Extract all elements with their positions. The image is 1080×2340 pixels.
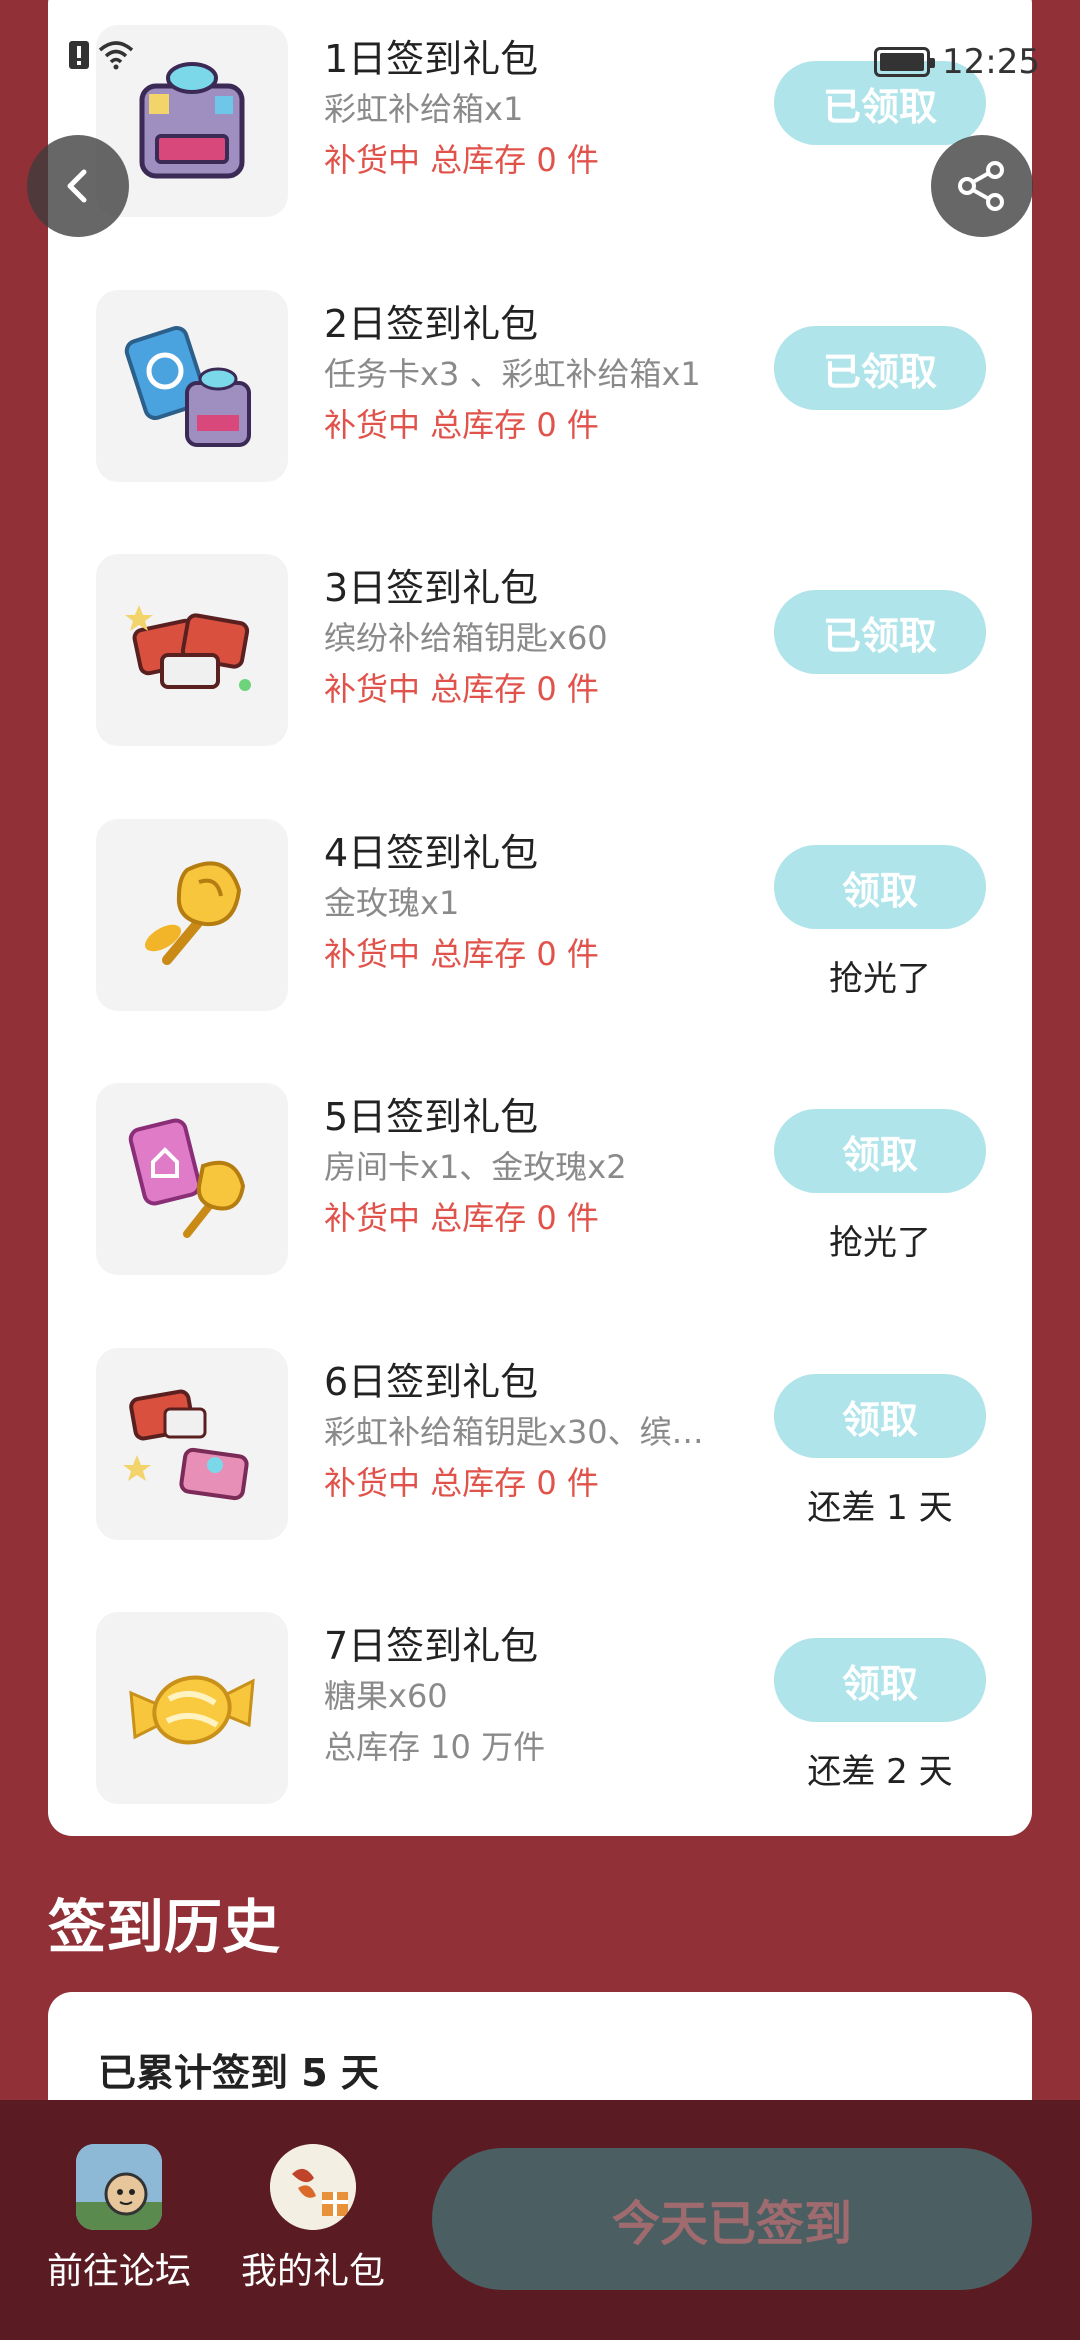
gift-pack-action: 领取 还差 1 天	[774, 1348, 986, 1529]
gift-pack-info: 7日签到礼包 糖果x60 总库存 10 万件	[324, 1612, 794, 1774]
gift-pack-title: 4日签到礼包	[324, 831, 539, 875]
gift-pack-action: 已领取	[774, 554, 986, 674]
gift-pack-row: 3日签到礼包 缤纷补给箱钥匙x60 补货中 总库存 0 件 已领取	[96, 554, 1032, 750]
share-button[interactable]	[931, 135, 1033, 237]
claim-note: 还差 2 天	[807, 1752, 953, 1792]
keys-bundle-icon	[96, 1348, 288, 1540]
checkin-button[interactable]: 今天已签到	[432, 2148, 1032, 2290]
gift-pack-action: 领取 还差 2 天	[774, 1612, 986, 1793]
gift-pack-stock: 补货中 总库存 0 件	[324, 141, 599, 179]
gift-icon	[270, 2144, 356, 2230]
gift-pack-desc: 彩虹补给箱钥匙x30、缤…	[324, 1413, 704, 1451]
status-right: 12:25	[874, 42, 1040, 82]
gift-pack-desc: 金玫瑰x1	[324, 884, 460, 922]
forum-icon	[76, 2144, 162, 2230]
my-gifts-label: 我的礼包	[240, 2251, 385, 2292]
gift-pack-stock: 补货中 总库存 0 件	[324, 1199, 599, 1237]
status-left	[68, 40, 134, 70]
gift-pack-desc: 房间卡x1、金玫瑰x2	[324, 1148, 627, 1186]
chevron-left-icon	[67, 169, 87, 203]
gift-pack-stock: 补货中 总库存 0 件	[324, 670, 599, 708]
history-title: 签到历史	[48, 1893, 281, 1961]
gift-pack-stock: 补货中 总库存 0 件	[324, 1464, 599, 1502]
gift-pack-stock: 补货中 总库存 0 件	[324, 935, 599, 973]
history-summary: 已累计签到 5 天	[98, 2051, 379, 2095]
gift-pack-info: 5日签到礼包 房间卡x1、金玫瑰x2 补货中 总库存 0 件	[324, 1083, 794, 1245]
claim-button[interactable]: 已领取	[774, 590, 986, 674]
gift-pack-title: 5日签到礼包	[324, 1095, 539, 1139]
gift-pack-stock: 补货中 总库存 0 件	[324, 406, 599, 444]
share-icon	[958, 161, 1004, 211]
claim-button[interactable]: 领取	[774, 1638, 986, 1722]
claim-button[interactable]: 领取	[774, 1374, 986, 1458]
gift-pack-title: 7日签到礼包	[324, 1624, 539, 1668]
bottom-bar: 前往论坛 我的礼包 今天已签到	[0, 2100, 1080, 2340]
gift-pack-card: 1日签到礼包 彩虹补给箱x1 补货中 总库存 0 件 已领取 2日签到礼包 任务…	[48, 0, 1032, 1836]
claim-note: 抢光了	[829, 1223, 931, 1263]
claim-note: 还差 1 天	[807, 1488, 953, 1528]
gift-pack-desc: 任务卡x3 、彩虹补给箱x1	[324, 355, 701, 393]
gift-pack-action: 领取 抢光了	[774, 1083, 986, 1264]
gift-pack-row: 4日签到礼包 金玫瑰x1 补货中 总库存 0 件 领取 抢光了	[96, 819, 1032, 1015]
gift-pack-action: 已领取	[774, 290, 986, 410]
back-button[interactable]	[27, 135, 129, 237]
gift-pack-row: 5日签到礼包 房间卡x1、金玫瑰x2 补货中 总库存 0 件 领取 抢光了	[96, 1083, 1032, 1279]
gift-pack-info: 3日签到礼包 缤纷补给箱钥匙x60 补货中 总库存 0 件	[324, 554, 794, 716]
gift-pack-desc: 缤纷补给箱钥匙x60	[324, 619, 608, 657]
gift-pack-action: 领取 抢光了	[774, 819, 986, 1000]
gift-pack-stock: 总库存 10 万件	[324, 1728, 546, 1766]
gift-pack-title: 2日签到礼包	[324, 302, 539, 346]
claim-button[interactable]: 领取	[774, 1109, 986, 1193]
battery-icon	[874, 47, 936, 77]
claim-note: 抢光了	[829, 959, 931, 999]
alert-icon	[69, 41, 89, 69]
my-gifts-tab[interactable]: 我的礼包	[218, 2144, 408, 2294]
gift-pack-row: 2日签到礼包 任务卡x3 、彩虹补给箱x1 补货中 总库存 0 件 已领取	[96, 290, 1032, 486]
claim-button[interactable]: 已领取	[774, 326, 986, 410]
gift-pack-row: 6日签到礼包 彩虹补给箱钥匙x30、缤… 补货中 总库存 0 件 领取 还差 1…	[96, 1348, 1032, 1544]
gift-pack-title: 6日签到礼包	[324, 1360, 539, 1404]
wifi-icon	[98, 41, 134, 70]
gold-rose-icon	[96, 819, 288, 1011]
gift-pack-info: 6日签到礼包 彩虹补给箱钥匙x30、缤… 补货中 总库存 0 件	[324, 1348, 794, 1510]
gift-pack-title: 3日签到礼包	[324, 566, 539, 610]
gift-pack-info: 4日签到礼包 金玫瑰x1 补货中 总库存 0 件	[324, 819, 794, 981]
gift-pack-desc: 糖果x60	[324, 1677, 448, 1715]
room-card-and-roses-icon	[96, 1083, 288, 1275]
gift-pack-row: 7日签到礼包 糖果x60 总库存 10 万件 领取 还差 2 天	[96, 1612, 1032, 1808]
task-card-and-box-icon	[96, 290, 288, 482]
forum-tab[interactable]: 前往论坛	[24, 2144, 214, 2294]
candy-icon	[96, 1612, 288, 1804]
forum-label: 前往论坛	[46, 2251, 191, 2292]
supply-box-keys-icon	[96, 554, 288, 746]
status-time: 12:25	[942, 42, 1040, 82]
gift-pack-info: 2日签到礼包 任务卡x3 、彩虹补给箱x1 补货中 总库存 0 件	[324, 290, 794, 452]
claim-button[interactable]: 领取	[774, 845, 986, 929]
status-bar: 12:25	[0, 0, 1080, 120]
